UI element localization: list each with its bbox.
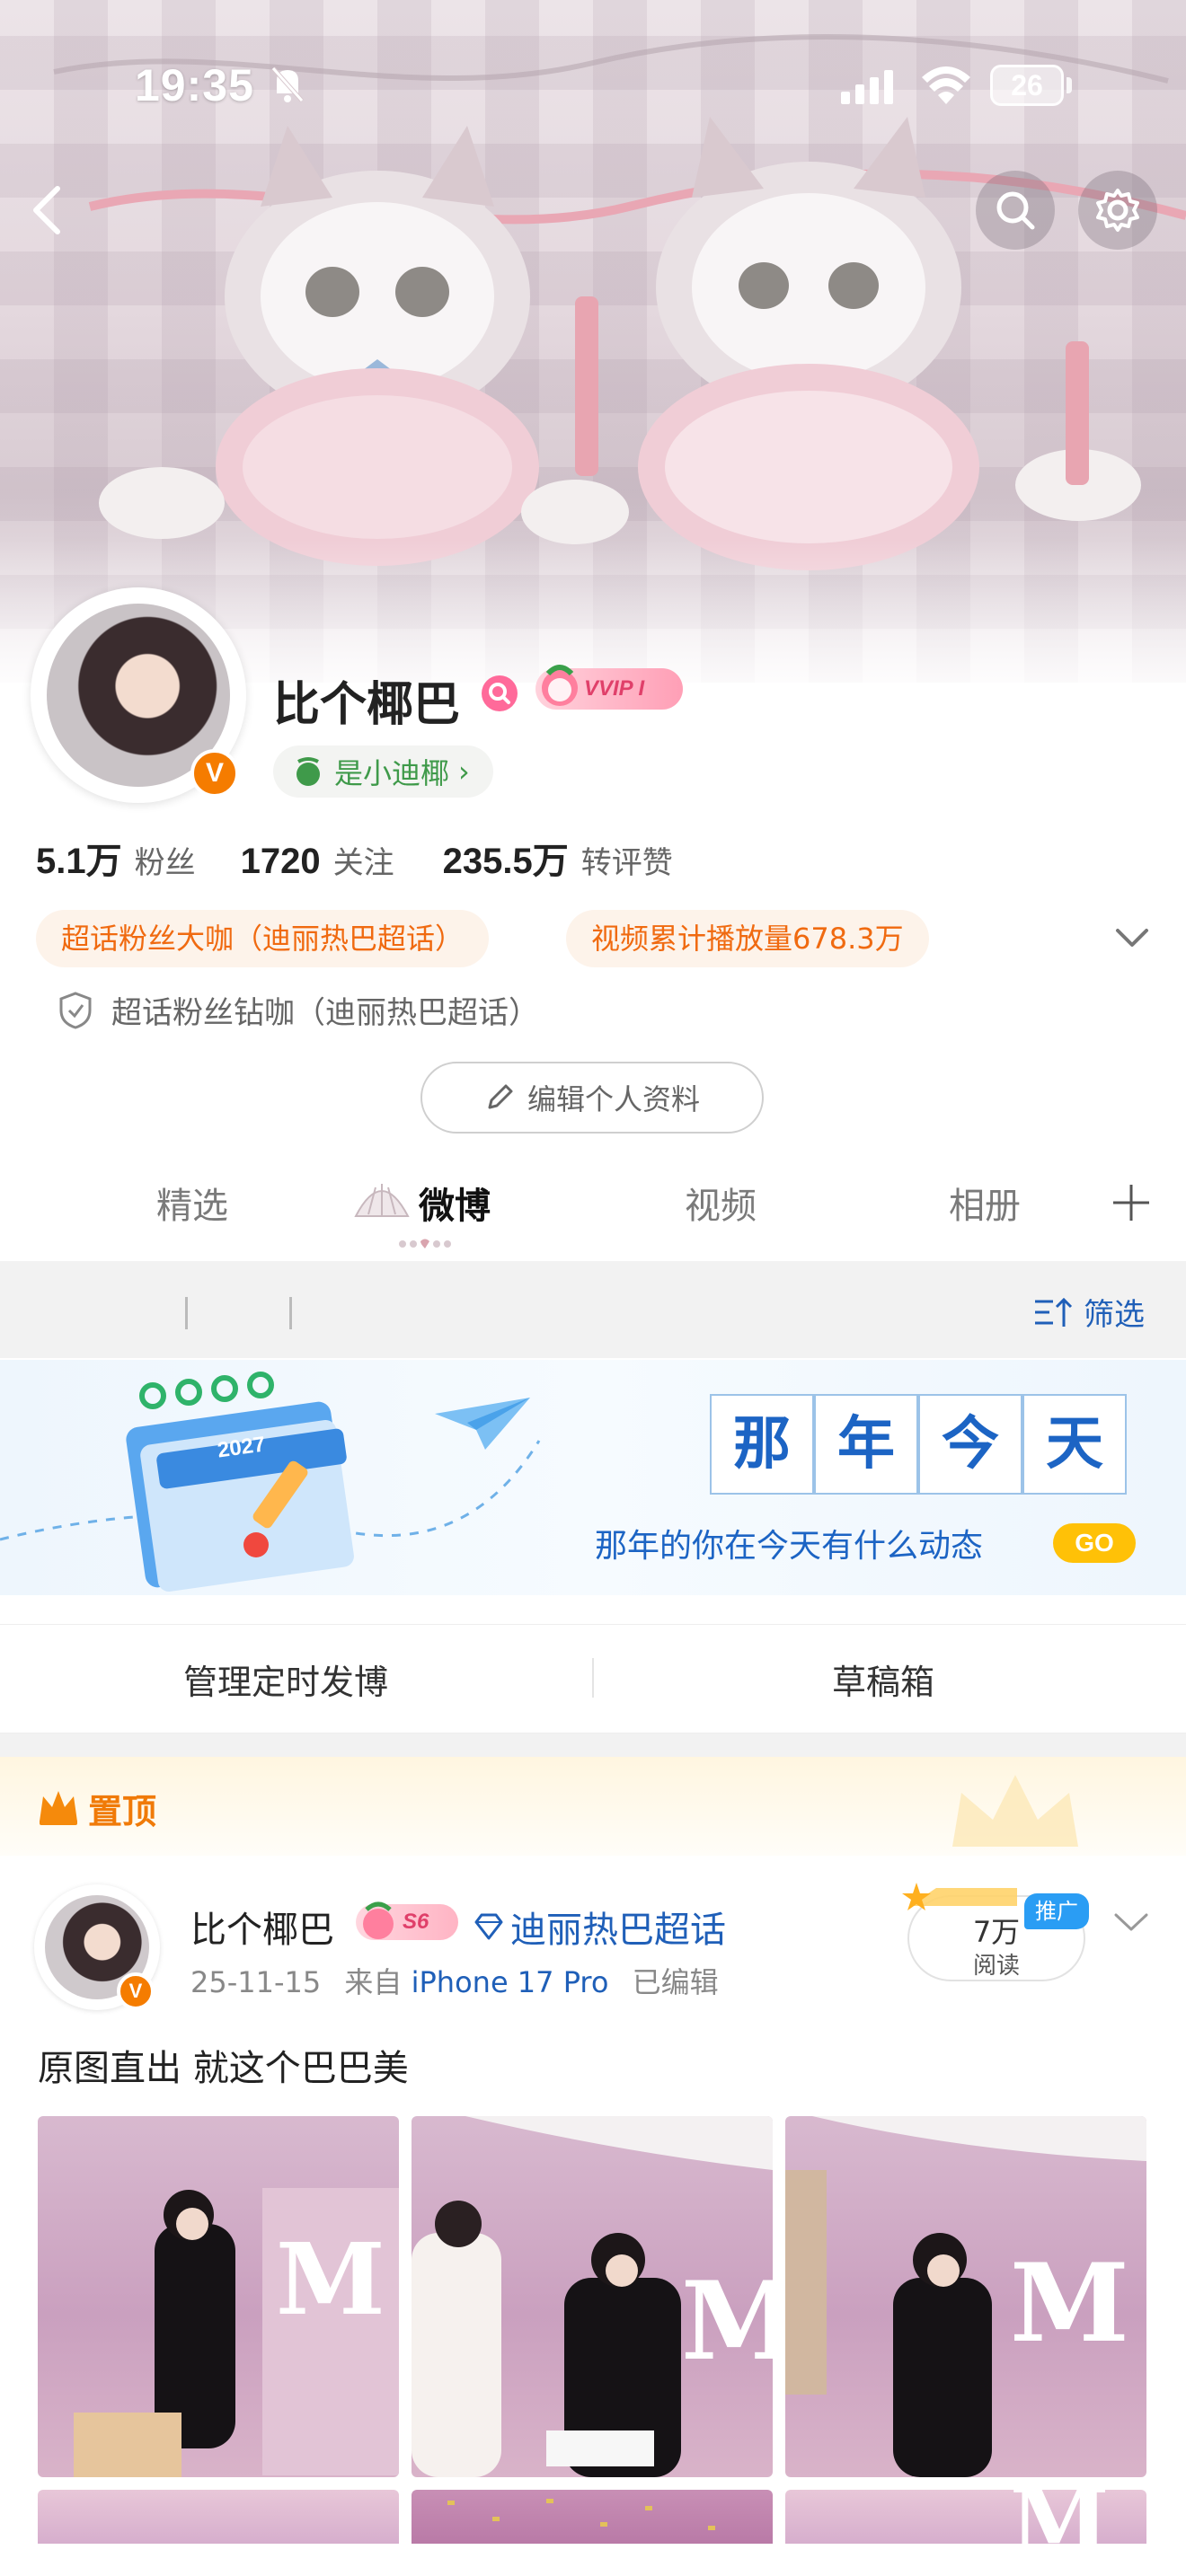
post-photo[interactable]: M (412, 2116, 773, 2477)
pinned-header (0, 1757, 1186, 1856)
post-photo[interactable] (412, 2490, 773, 2544)
crown-watermark-icon (952, 1775, 1078, 1847)
actions-divider (592, 1658, 594, 1698)
tab-featured[interactable]: 精选 (156, 1177, 228, 1229)
filter-divider (289, 1297, 292, 1329)
stat-label: 关注 (332, 845, 394, 881)
fan-diamond-label: 超话粉丝钻咖（迪丽热巴超话） (111, 995, 539, 1031)
post-device[interactable]: iPhone 17 Pro (412, 1965, 609, 1999)
stat-followers[interactable]: 5.1万 粉丝 (36, 832, 196, 884)
go-button[interactable]: GO (1053, 1523, 1136, 1563)
stat-label: 粉丝 (134, 845, 196, 881)
post-from: 来自 (344, 1965, 403, 1999)
coconut-icon (296, 757, 320, 786)
chevron-down-icon[interactable] (1112, 1911, 1150, 1936)
memory-title-char: 今 (918, 1394, 1022, 1495)
post-meta: 25-11-15 来自 iPhone 17 Pro 已编辑 (190, 1960, 719, 2001)
search-button[interactable] (976, 171, 1055, 250)
post-photo[interactable]: M (38, 2116, 399, 2477)
fan-tag-label: 是小迪椰 (334, 756, 450, 790)
post-photo[interactable]: M (785, 2116, 1146, 2477)
settings-button[interactable] (1078, 171, 1157, 250)
search-badge-icon (482, 675, 518, 711)
section-gap (0, 1734, 1186, 1757)
wifi-icon (922, 66, 970, 104)
tab-weibo[interactable]: 微博 (419, 1177, 491, 1229)
verified-badge: V (190, 749, 239, 798)
memory-title-char: 那 (710, 1394, 814, 1495)
level-mascot-icon (363, 1901, 394, 1939)
battery-indicator: 26 (990, 65, 1064, 106)
battery-tip (1067, 77, 1072, 93)
cellular-signal-icon (841, 70, 893, 104)
profile-name: 比个椰巴 (273, 678, 461, 732)
memory-subtitle: 那年的你在今天有什么动态 (595, 1528, 984, 1565)
search-icon (996, 191, 1035, 230)
pencil-icon (488, 1084, 513, 1109)
photo-content: M (1010, 2490, 1110, 2544)
active-tab-indicator (399, 1239, 451, 1248)
fan-tag[interactable]: 是小迪椰 › (273, 745, 493, 798)
drafts-button[interactable]: 草稿箱 (832, 1654, 934, 1704)
edit-profile-button[interactable]: 编辑个人资料 (420, 1062, 764, 1134)
photo-content: M (785, 2116, 1146, 2477)
bell-mute-icon (271, 66, 304, 102)
back-button[interactable] (7, 171, 86, 250)
video-plays-badge[interactable]: 视频累计播放量678.3万 (566, 910, 929, 967)
tab-album[interactable]: 相册 (949, 1177, 1021, 1229)
stat-label: 转评赞 (580, 845, 673, 881)
promo-tag: 推广 (1024, 1893, 1089, 1929)
post-verified-badge: V (117, 1972, 155, 2010)
status-time: 19:35 (135, 60, 254, 110)
topic-link[interactable]: 迪丽热巴超话 (473, 1901, 726, 1953)
svg-text:M: M (681, 2258, 773, 2385)
svg-text:M: M (276, 2221, 385, 2337)
memory-title-char: 年 (814, 1394, 918, 1495)
post-author[interactable]: 比个椰巴 (190, 1901, 334, 1953)
fan-rank-badge[interactable]: 超话粉丝大咖（迪丽热巴超话） (36, 910, 490, 967)
reads-label: 阅读 (972, 1953, 1020, 1980)
memory-title-char: 天 (1022, 1394, 1127, 1495)
filter-sort-icon (1035, 1297, 1073, 1327)
stat-interactions[interactable]: 235.5万 转评赞 (443, 832, 673, 884)
fan-diamond-badge[interactable]: 超话粉丝钻咖（迪丽热巴超话） (58, 988, 539, 1032)
photo-content: M (412, 2116, 773, 2477)
stat-following[interactable]: 1720 关注 (241, 838, 394, 882)
post-edited[interactable]: 已编辑 (633, 1965, 719, 1999)
post-date: 25-11-15 (190, 1965, 322, 1999)
vip-mascot-icon (542, 665, 578, 706)
profile-stats: 5.1万 粉丝 1720 关注 235.5万 转评赞 (36, 832, 673, 884)
svg-text:M: M (1010, 2490, 1110, 2544)
filter-button[interactable]: 筛选 (1033, 1290, 1145, 1334)
fan-tag-chevron: › (458, 754, 470, 789)
chevron-left-icon (33, 186, 60, 234)
vip-badge-label: VVIP I (584, 676, 645, 701)
post-photo[interactable]: M (785, 2490, 1146, 2544)
plus-icon[interactable] (1111, 1182, 1152, 1223)
pinned-label: 置顶 (88, 1792, 157, 1831)
tab-video[interactable]: 视频 (685, 1177, 757, 1229)
filter-label: 筛选 (1084, 1297, 1145, 1333)
post-photo[interactable] (38, 2490, 399, 2544)
stat-value: 235.5万 (442, 842, 569, 881)
filter-bar (0, 1261, 1186, 1358)
topic-label: 迪丽热巴超话 (510, 1910, 726, 1951)
post-text: 原图直出 就这个巴巴美 (38, 2048, 409, 2089)
confetti-overlay (447, 2499, 715, 2530)
stat-value: 1720 (240, 842, 321, 881)
scheduled-posts-button[interactable]: 管理定时发博 (183, 1654, 388, 1704)
svg-text:M: M (1010, 2240, 1129, 2367)
stat-value: 5.1万 (36, 842, 122, 881)
diamond-icon (474, 1913, 503, 1940)
expand-badges-icon[interactable] (1114, 925, 1150, 952)
edit-profile-label: 编辑个人资料 (527, 1082, 700, 1116)
gear-icon (1096, 189, 1139, 232)
filter-divider (185, 1297, 188, 1329)
photo-content: M (74, 2188, 399, 2477)
crown-icon (40, 1791, 77, 1825)
shield-icon (59, 991, 92, 1029)
shell-icon (354, 1184, 410, 1217)
